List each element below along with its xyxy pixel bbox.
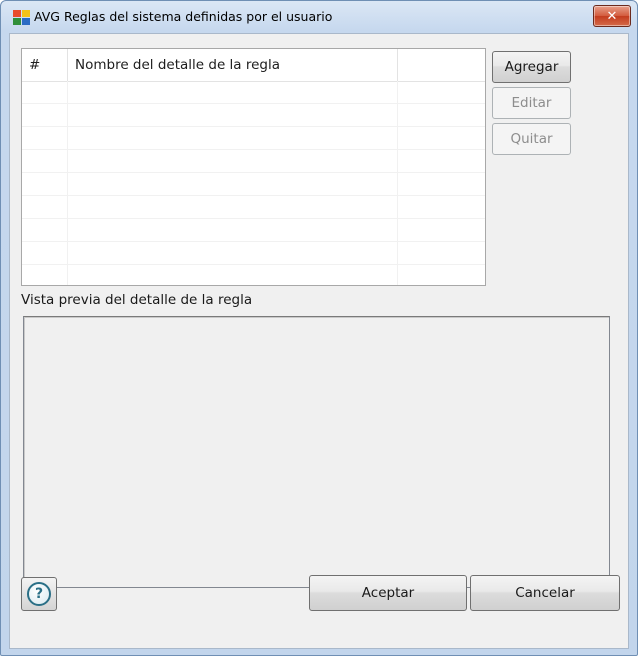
list-cell bbox=[22, 265, 68, 285]
rules-list-body bbox=[22, 81, 485, 285]
list-cell bbox=[398, 196, 485, 218]
list-cell bbox=[22, 196, 68, 218]
list-cell bbox=[398, 219, 485, 241]
empty-list-row bbox=[22, 219, 485, 242]
title-bar[interactable]: AVG Reglas del sistema definidas por el … bbox=[1, 1, 637, 33]
rules-list[interactable]: # Nombre del detalle de la regla bbox=[21, 48, 486, 286]
avg-logo-icon bbox=[13, 10, 30, 25]
edit-button[interactable]: Editar bbox=[492, 87, 571, 119]
empty-list-row bbox=[22, 265, 485, 285]
list-cell bbox=[22, 150, 68, 172]
list-cell bbox=[68, 104, 398, 126]
list-cell bbox=[398, 104, 485, 126]
empty-list-row bbox=[22, 127, 485, 150]
empty-list-row bbox=[22, 81, 485, 104]
help-icon: ? bbox=[27, 582, 51, 606]
list-cell bbox=[68, 219, 398, 241]
list-cell bbox=[68, 242, 398, 264]
list-cell bbox=[398, 127, 485, 149]
column-header-extra[interactable] bbox=[398, 49, 485, 81]
empty-list-row bbox=[22, 173, 485, 196]
add-button[interactable]: Agregar bbox=[492, 51, 571, 83]
list-cell bbox=[22, 104, 68, 126]
empty-list-row bbox=[22, 242, 485, 265]
list-cell bbox=[22, 219, 68, 241]
close-button[interactable]: ✕ bbox=[593, 5, 631, 27]
list-cell bbox=[68, 173, 398, 195]
empty-list-row bbox=[22, 150, 485, 173]
list-cell bbox=[68, 127, 398, 149]
list-cell bbox=[398, 265, 485, 285]
list-cell bbox=[22, 81, 68, 103]
list-cell bbox=[22, 173, 68, 195]
list-cell bbox=[22, 127, 68, 149]
window-title: AVG Reglas del sistema definidas por el … bbox=[34, 9, 333, 24]
list-cell bbox=[398, 173, 485, 195]
preview-label: Vista previa del detalle de la regla bbox=[21, 292, 253, 308]
empty-list-row bbox=[22, 196, 485, 219]
list-cell bbox=[398, 150, 485, 172]
cancel-button[interactable]: Cancelar bbox=[470, 575, 620, 611]
column-header-rule-name[interactable]: Nombre del detalle de la regla bbox=[68, 49, 398, 81]
empty-list-row bbox=[22, 104, 485, 127]
ok-button[interactable]: Aceptar bbox=[309, 575, 467, 611]
list-cell bbox=[68, 265, 398, 285]
close-icon: ✕ bbox=[606, 8, 618, 24]
rules-list-header: # Nombre del detalle de la regla bbox=[22, 49, 485, 82]
list-cell bbox=[68, 196, 398, 218]
rule-detail-preview[interactable] bbox=[23, 316, 610, 588]
help-button[interactable]: ? bbox=[21, 577, 57, 611]
list-cell bbox=[398, 81, 485, 103]
list-cell bbox=[398, 242, 485, 264]
column-header-number[interactable]: # bbox=[22, 49, 68, 81]
list-cell bbox=[68, 81, 398, 103]
remove-button[interactable]: Quitar bbox=[492, 123, 571, 155]
list-cell bbox=[68, 150, 398, 172]
list-cell bbox=[22, 242, 68, 264]
